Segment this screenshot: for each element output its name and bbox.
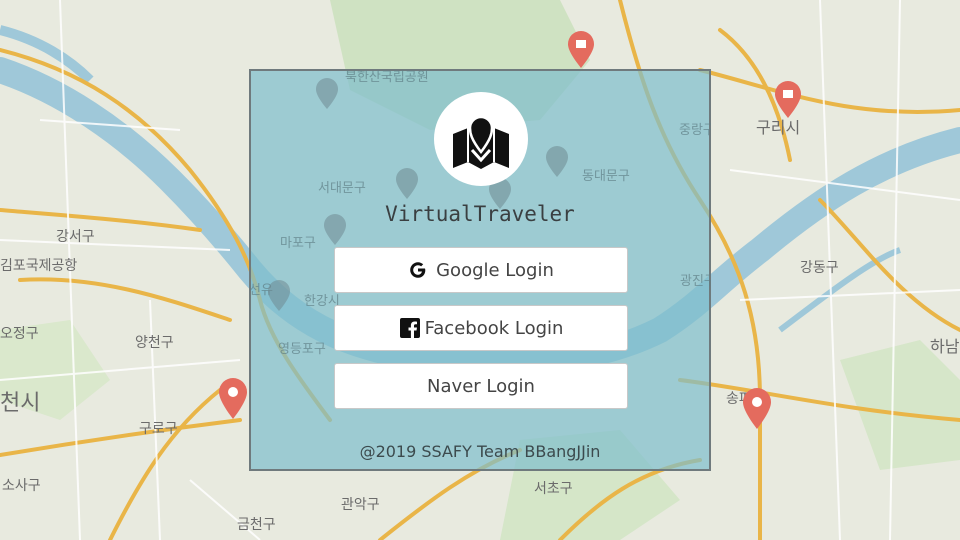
app-title: VirtualTraveler: [385, 202, 575, 226]
map-label: 강서구: [56, 229, 95, 245]
map-label: 양천구: [135, 335, 174, 351]
map-label: 하남: [930, 337, 960, 356]
map-label: 구로구: [139, 421, 178, 437]
map-label: 관악구: [341, 497, 380, 513]
naver-login-button[interactable]: Naver Login: [334, 363, 628, 409]
map-label: 중랑구: [679, 123, 711, 138]
google-login-button[interactable]: Google Login: [334, 247, 628, 293]
footer-credit: @2019 SSAFY Team BBangJJin: [359, 442, 601, 461]
map-label: 마포구: [280, 236, 316, 251]
map-label: 광진구: [680, 274, 711, 289]
map-label: 서대문구: [318, 181, 366, 196]
map-label: 김포국제공항: [0, 258, 77, 274]
map-pin-gray-icon: [316, 78, 338, 109]
map-label: 소사구: [2, 478, 41, 494]
login-panel: 서대문구 마포구 동대문구 중랑구 광진구 북한산국립공원 한강시 영등포구 선…: [249, 69, 711, 471]
map-label: 동대문구: [582, 169, 630, 184]
map-pin-gray-icon: [268, 280, 290, 311]
map-label: 구리시: [756, 118, 800, 137]
map-label: 오정구: [0, 326, 39, 342]
map-label: 북한산국립공원: [345, 70, 429, 85]
google-g-icon: [408, 260, 428, 280]
map-label: 금천구: [237, 517, 276, 533]
facebook-login-button[interactable]: Facebook Login: [334, 305, 628, 351]
map-pin-gray-icon: [546, 146, 568, 177]
map-label: 천시: [0, 391, 40, 416]
google-login-label: Google Login: [436, 259, 554, 281]
map-label: 영등포구: [278, 342, 326, 357]
app-logo: [434, 92, 528, 186]
folded-map-pin-icon: [453, 115, 509, 169]
map-label: 서초구: [534, 481, 573, 497]
facebook-login-label: Facebook Login: [424, 317, 564, 339]
naver-login-label: Naver Login: [427, 375, 535, 397]
map-label: 강동구: [800, 260, 839, 276]
facebook-icon: [399, 317, 421, 339]
map-pin-gray-icon: [396, 168, 418, 199]
